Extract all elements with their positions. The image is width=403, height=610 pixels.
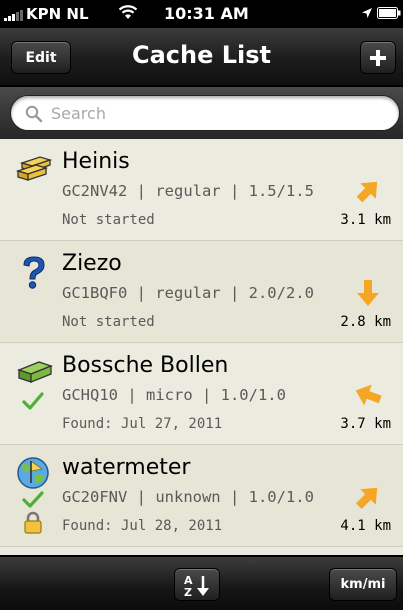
status-bar: KPN NL 10:31 AM	[0, 0, 403, 28]
unit-toggle-label: km/mi	[340, 577, 386, 592]
cache-name: Ziezo	[62, 251, 122, 276]
cache-details: GC20FNV | unknown | 1.0/1.0	[62, 488, 314, 506]
cache-name: Heinis	[62, 149, 130, 174]
found-checkmark-icon	[22, 392, 44, 410]
sort-button[interactable]: A Z	[174, 568, 220, 601]
cache-row-heinis[interactable]: Heinis GC2NV42 | regular | 1.5/1.5 Not s…	[0, 139, 403, 241]
cache-status: Found: Jul 28, 2011	[62, 518, 223, 534]
wifi-icon	[118, 5, 138, 19]
cache-distance: 3.1 km	[340, 212, 391, 228]
location-services-icon	[362, 8, 372, 18]
page-title: Cache List	[131, 41, 272, 69]
lock-icon	[24, 511, 42, 534]
cache-name: Bossche Bollen	[62, 353, 229, 378]
add-cache-button[interactable]	[360, 41, 396, 74]
carrier-name: KPN NL	[26, 5, 89, 23]
search-bar	[0, 87, 403, 139]
navigation-bar: Edit Cache List	[0, 28, 403, 86]
cache-distance: 2.8 km	[340, 314, 391, 330]
svg-text:Z: Z	[184, 586, 192, 597]
mystery-cache-icon	[23, 256, 45, 289]
multi-cache-icon	[16, 156, 53, 181]
search-field[interactable]	[10, 95, 400, 131]
cache-row-watermeter[interactable]: watermeter GC20FNV | unknown | 1.0/1.0 F…	[0, 445, 403, 547]
arrow-left-up-icon	[355, 384, 382, 406]
cache-status: Not started	[62, 212, 155, 228]
sort-az-icon: A Z	[184, 574, 209, 597]
cache-status: Found: Jul 27, 2011	[62, 416, 223, 432]
cache-name: watermeter	[62, 455, 191, 480]
search-icon	[25, 105, 43, 123]
status-time: 10:31 AM	[164, 4, 249, 23]
cache-row-ziezo[interactable]: Ziezo GC1BQF0 | regular | 2.0/2.0 Not st…	[0, 241, 403, 343]
arrow-down-left-icon	[356, 181, 378, 203]
cache-row-bossche-bollen[interactable]: Bossche Bollen GCHQ10 | micro | 1.0/1.0 …	[0, 343, 403, 445]
plus-icon	[370, 49, 386, 66]
bottom-toolbar: A Z km/mi	[0, 556, 403, 610]
cache-distance: 3.7 km	[340, 416, 391, 432]
battery-icon	[377, 7, 401, 19]
cache-list: Heinis GC2NV42 | regular | 1.5/1.5 Not s…	[0, 139, 403, 555]
cache-details: GC1BQF0 | regular | 2.0/2.0	[62, 284, 314, 302]
earth-cache-icon	[17, 457, 49, 489]
unit-toggle-button[interactable]: km/mi	[329, 568, 397, 601]
cache-status: Not started	[62, 314, 155, 330]
cache-details: GCHQ10 | micro | 1.0/1.0	[62, 386, 286, 404]
cache-details: GC2NV42 | regular | 1.5/1.5	[62, 182, 314, 200]
cache-distance: 4.1 km	[340, 518, 391, 534]
signal-strength-icon	[4, 10, 23, 21]
found-checkmark-icon	[22, 491, 44, 508]
arrow-down-left-icon	[355, 487, 378, 510]
arrow-down-icon	[357, 280, 379, 306]
search-input[interactable]	[51, 100, 381, 127]
traditional-cache-icon	[17, 361, 53, 383]
